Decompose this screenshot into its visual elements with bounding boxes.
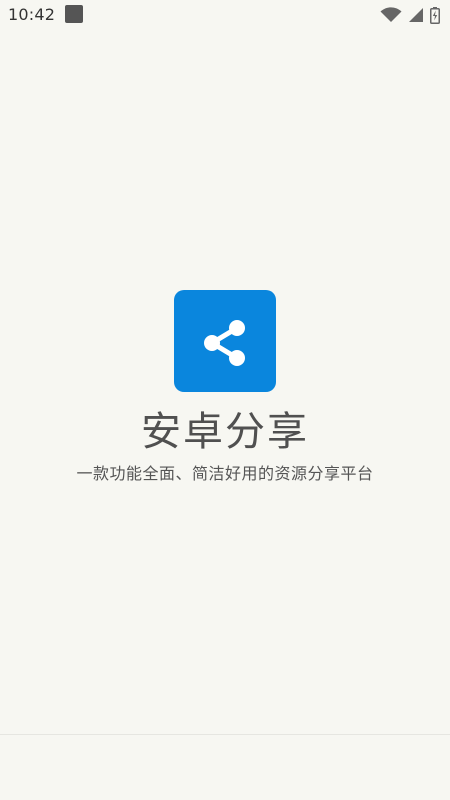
wifi-icon [380,7,402,23]
share-icon [204,320,245,366]
battery-charging-icon [430,6,440,24]
status-icons [380,6,440,24]
notification-square-icon [65,5,83,23]
app-logo [174,290,276,392]
status-time: 10:42 [8,5,56,24]
app-title: 安卓分享 [141,409,309,455]
app-subtitle: 一款功能全面、简洁好用的资源分享平台 [76,464,374,483]
bottom-divider [0,734,450,735]
splash-content: 安卓分享 一款功能全面、简洁好用的资源分享平台 [0,290,450,484]
status-bar: 10:42 [0,0,450,30]
cell-signal-icon [408,7,424,23]
